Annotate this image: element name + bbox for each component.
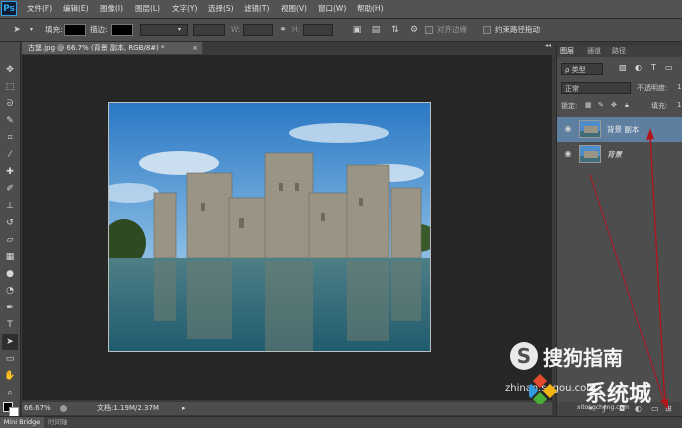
watermark-url2: xitongcheng.com	[577, 404, 629, 411]
watermark: S 搜狗指南 zhinan.sogou.com 系统城 xitongcheng.…	[505, 338, 682, 420]
sogou-logo-icon: S	[510, 342, 538, 370]
annotation-arrowhead	[646, 128, 654, 140]
watermark-brand: 搜狗指南	[543, 346, 623, 370]
windows-logo-icon	[523, 373, 559, 407]
